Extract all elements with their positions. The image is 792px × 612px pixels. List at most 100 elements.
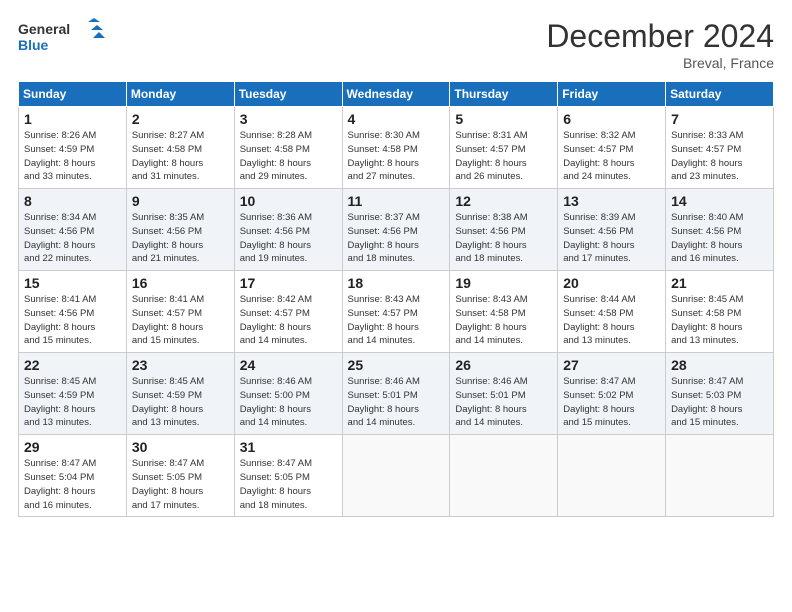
day-info: Sunrise: 8:41 AMSunset: 4:57 PMDaylight:… <box>132 293 229 348</box>
day-info: Sunrise: 8:38 AMSunset: 4:56 PMDaylight:… <box>455 211 552 266</box>
day-info: Sunrise: 8:47 AMSunset: 5:05 PMDaylight:… <box>240 457 337 512</box>
day-info: Sunrise: 8:30 AMSunset: 4:58 PMDaylight:… <box>348 129 445 184</box>
day-info: Sunrise: 8:47 AMSunset: 5:03 PMDaylight:… <box>671 375 768 430</box>
logo: General Blue <box>18 18 108 58</box>
day-info: Sunrise: 8:41 AMSunset: 4:56 PMDaylight:… <box>24 293 121 348</box>
header-monday: Monday <box>126 82 234 107</box>
day-number: 31 <box>240 439 337 455</box>
day-info: Sunrise: 8:46 AMSunset: 5:00 PMDaylight:… <box>240 375 337 430</box>
calendar-cell: 14 Sunrise: 8:40 AMSunset: 4:56 PMDayligh… <box>666 189 774 271</box>
day-number: 20 <box>563 275 660 291</box>
day-info: Sunrise: 8:34 AMSunset: 4:56 PMDaylight:… <box>24 211 121 266</box>
calendar-cell: 4 Sunrise: 8:30 AMSunset: 4:58 PMDaylight… <box>342 107 450 189</box>
calendar-cell: 18Sunrise: 8:43 AMSunset: 4:57 PMDayligh… <box>342 271 450 353</box>
calendar-cell: 9 Sunrise: 8:35 AMSunset: 4:56 PMDaylight… <box>126 189 234 271</box>
day-number: 21 <box>671 275 768 291</box>
calendar-week-5: 29 Sunrise: 8:47 AMSunset: 5:04 PMDayligh… <box>19 435 774 517</box>
calendar-cell: 3Sunrise: 8:28 AMSunset: 4:58 PMDaylight… <box>234 107 342 189</box>
day-number: 24 <box>240 357 337 373</box>
calendar-cell: 31 Sunrise: 8:47 AMSunset: 5:05 PMDayligh… <box>234 435 342 517</box>
day-info: Sunrise: 8:42 AMSunset: 4:57 PMDaylight:… <box>240 293 337 348</box>
day-info: Sunrise: 8:39 AMSunset: 4:56 PMDaylight:… <box>563 211 660 266</box>
day-info: Sunrise: 8:47 AMSunset: 5:05 PMDaylight:… <box>132 457 229 512</box>
day-number: 6 <box>563 111 660 127</box>
day-number: 7 <box>671 111 768 127</box>
logo-svg: General Blue <box>18 18 108 58</box>
calendar-cell: 10Sunrise: 8:36 AMSunset: 4:56 PMDayligh… <box>234 189 342 271</box>
day-info: Sunrise: 8:40 AMSunset: 4:56 PMDaylight:… <box>671 211 768 266</box>
calendar-header-row: Sunday Monday Tuesday Wednesday Thursday… <box>19 82 774 107</box>
calendar-cell: 11 Sunrise: 8:37 AMSunset: 4:56 PMDayligh… <box>342 189 450 271</box>
day-number: 28 <box>671 357 768 373</box>
day-number: 5 <box>455 111 552 127</box>
calendar-cell: 25 Sunrise: 8:46 AMSunset: 5:01 PMDayligh… <box>342 353 450 435</box>
day-number: 10 <box>240 193 337 209</box>
calendar-cell: 21 Sunrise: 8:45 AMSunset: 4:58 PMDayligh… <box>666 271 774 353</box>
day-info: Sunrise: 8:47 AMSunset: 5:02 PMDaylight:… <box>563 375 660 430</box>
day-number: 22 <box>24 357 121 373</box>
day-number: 13 <box>563 193 660 209</box>
day-info: Sunrise: 8:45 AMSunset: 4:58 PMDaylight:… <box>671 293 768 348</box>
calendar-cell: 29 Sunrise: 8:47 AMSunset: 5:04 PMDayligh… <box>19 435 127 517</box>
calendar-week-1: 1Sunrise: 8:26 AMSunset: 4:59 PMDaylight… <box>19 107 774 189</box>
calendar-cell: 6 Sunrise: 8:32 AMSunset: 4:57 PMDaylight… <box>558 107 666 189</box>
calendar-cell: 30 Sunrise: 8:47 AMSunset: 5:05 PMDayligh… <box>126 435 234 517</box>
calendar-cell <box>450 435 558 517</box>
day-info: Sunrise: 8:46 AMSunset: 5:01 PMDaylight:… <box>348 375 445 430</box>
calendar-cell: 5 Sunrise: 8:31 AMSunset: 4:57 PMDaylight… <box>450 107 558 189</box>
calendar-cell: 7 Sunrise: 8:33 AMSunset: 4:57 PMDaylight… <box>666 107 774 189</box>
header: General Blue December 2024 Breval, Franc… <box>18 18 774 71</box>
day-number: 4 <box>348 111 445 127</box>
day-number: 25 <box>348 357 445 373</box>
calendar-cell <box>558 435 666 517</box>
calendar-cell: 27 Sunrise: 8:47 AMSunset: 5:02 PMDayligh… <box>558 353 666 435</box>
day-info: Sunrise: 8:37 AMSunset: 4:56 PMDaylight:… <box>348 211 445 266</box>
day-number: 19 <box>455 275 552 291</box>
calendar-cell: 15 Sunrise: 8:41 AMSunset: 4:56 PMDayligh… <box>19 271 127 353</box>
header-saturday: Saturday <box>666 82 774 107</box>
calendar-week-4: 22 Sunrise: 8:45 AMSunset: 4:59 PMDayligh… <box>19 353 774 435</box>
calendar-week-3: 15 Sunrise: 8:41 AMSunset: 4:56 PMDayligh… <box>19 271 774 353</box>
day-number: 14 <box>671 193 768 209</box>
header-sunday: Sunday <box>19 82 127 107</box>
calendar-cell: 2Sunrise: 8:27 AMSunset: 4:58 PMDaylight… <box>126 107 234 189</box>
calendar-cell: 17Sunrise: 8:42 AMSunset: 4:57 PMDayligh… <box>234 271 342 353</box>
location-subtitle: Breval, France <box>546 55 774 71</box>
day-number: 30 <box>132 439 229 455</box>
calendar-table: Sunday Monday Tuesday Wednesday Thursday… <box>18 81 774 517</box>
day-number: 26 <box>455 357 552 373</box>
calendar-cell <box>666 435 774 517</box>
svg-text:General: General <box>18 21 70 37</box>
title-block: December 2024 Breval, France <box>546 18 774 71</box>
calendar-cell: 1Sunrise: 8:26 AMSunset: 4:59 PMDaylight… <box>19 107 127 189</box>
day-info: Sunrise: 8:33 AMSunset: 4:57 PMDaylight:… <box>671 129 768 184</box>
day-number: 29 <box>24 439 121 455</box>
calendar-cell: 28 Sunrise: 8:47 AMSunset: 5:03 PMDayligh… <box>666 353 774 435</box>
calendar-cell: 22 Sunrise: 8:45 AMSunset: 4:59 PMDayligh… <box>19 353 127 435</box>
calendar-cell: 12 Sunrise: 8:38 AMSunset: 4:56 PMDayligh… <box>450 189 558 271</box>
day-number: 16 <box>132 275 229 291</box>
day-number: 1 <box>24 111 121 127</box>
day-number: 11 <box>348 193 445 209</box>
day-info: Sunrise: 8:32 AMSunset: 4:57 PMDaylight:… <box>563 129 660 184</box>
day-number: 12 <box>455 193 552 209</box>
calendar-cell: 16 Sunrise: 8:41 AMSunset: 4:57 PMDayligh… <box>126 271 234 353</box>
day-info: Sunrise: 8:45 AMSunset: 4:59 PMDaylight:… <box>24 375 121 430</box>
page: General Blue December 2024 Breval, Franc… <box>0 0 792 612</box>
calendar-cell: 20Sunrise: 8:44 AMSunset: 4:58 PMDayligh… <box>558 271 666 353</box>
day-info: Sunrise: 8:27 AMSunset: 4:58 PMDaylight:… <box>132 129 229 184</box>
calendar-cell: 8Sunrise: 8:34 AMSunset: 4:56 PMDaylight… <box>19 189 127 271</box>
calendar-cell <box>342 435 450 517</box>
day-info: Sunrise: 8:45 AMSunset: 4:59 PMDaylight:… <box>132 375 229 430</box>
header-friday: Friday <box>558 82 666 107</box>
day-info: Sunrise: 8:31 AMSunset: 4:57 PMDaylight:… <box>455 129 552 184</box>
header-tuesday: Tuesday <box>234 82 342 107</box>
calendar-cell: 19Sunrise: 8:43 AMSunset: 4:58 PMDayligh… <box>450 271 558 353</box>
day-number: 27 <box>563 357 660 373</box>
day-info: Sunrise: 8:35 AMSunset: 4:56 PMDaylight:… <box>132 211 229 266</box>
svg-text:Blue: Blue <box>18 37 49 53</box>
month-title: December 2024 <box>546 18 774 55</box>
day-number: 15 <box>24 275 121 291</box>
day-number: 9 <box>132 193 229 209</box>
day-info: Sunrise: 8:47 AMSunset: 5:04 PMDaylight:… <box>24 457 121 512</box>
